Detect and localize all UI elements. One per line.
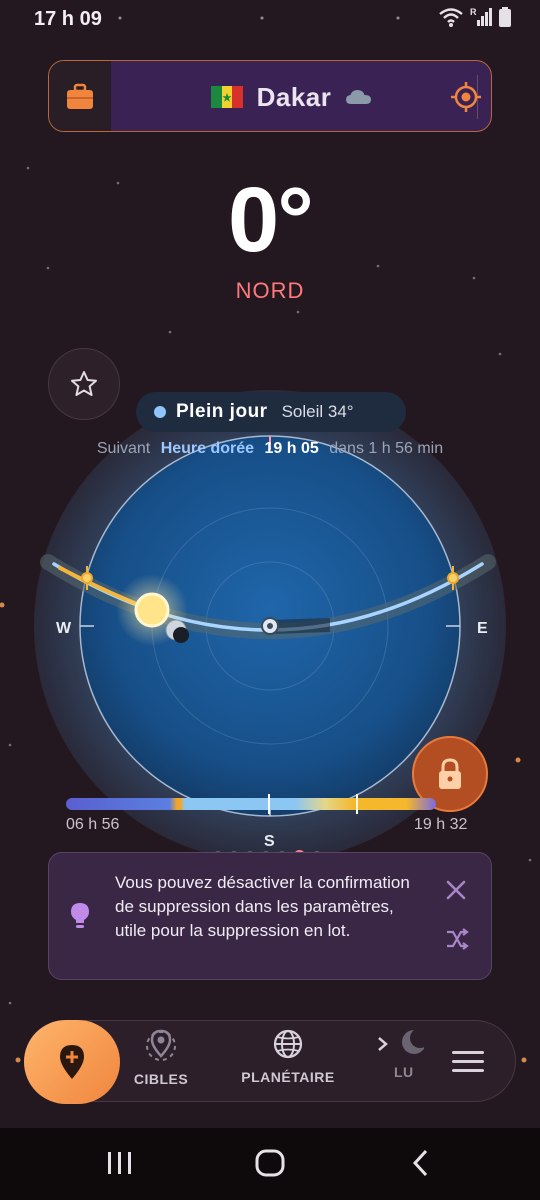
heading-degrees: 0° bbox=[228, 169, 314, 271]
lightbulb-icon bbox=[69, 901, 91, 936]
next-phase-time: 19 h 05 bbox=[264, 440, 319, 457]
sun-phase-pill[interactable]: Plein jour Soleil 34° bbox=[136, 392, 406, 432]
senegal-flag-icon bbox=[210, 86, 243, 108]
nav-label-moon: LU bbox=[394, 1064, 414, 1080]
sun-altitude: Soleil 34° bbox=[281, 402, 354, 421]
wifi-icon bbox=[439, 8, 463, 27]
status-time: 17 h 09 bbox=[34, 8, 102, 30]
timeline-noon-tick bbox=[268, 794, 270, 814]
lock-icon bbox=[439, 758, 461, 789]
battery-icon bbox=[499, 7, 511, 27]
crosshair-icon bbox=[451, 82, 481, 112]
svg-text:R: R bbox=[470, 7, 477, 17]
location-selector[interactable]: Dakar bbox=[111, 61, 473, 131]
next-phase-countdown: dans 1 h 56 min bbox=[329, 440, 444, 457]
status-bar: 17 h 09 R bbox=[0, 0, 540, 40]
location-city: Dakar bbox=[256, 81, 332, 112]
moon-shadow bbox=[173, 627, 189, 643]
compass-east-label: E bbox=[477, 620, 488, 637]
sunrise-time: 06 h 56 bbox=[66, 816, 120, 833]
timeline-now-tick bbox=[356, 794, 358, 814]
shuffle-icon bbox=[447, 928, 469, 950]
globe-icon bbox=[273, 1029, 303, 1059]
nav-item-planetary[interactable]: PLANÉTAIRE bbox=[232, 1028, 344, 1098]
back-icon[interactable] bbox=[408, 1148, 434, 1178]
target-pin-icon bbox=[146, 1029, 176, 1061]
nav-label-targets: CIBLES bbox=[133, 1071, 189, 1087]
nav-item-targets[interactable]: CIBLES bbox=[126, 1028, 196, 1098]
locate-me-button[interactable] bbox=[439, 61, 491, 131]
next-phase-row: Suivant Heure dorée 19 h 05 dans 1 h 56 … bbox=[0, 440, 540, 458]
recent-apps-icon[interactable] bbox=[106, 1148, 134, 1178]
menu-button[interactable] bbox=[428, 1028, 508, 1096]
tip-close-button[interactable] bbox=[445, 879, 467, 906]
moon-icon bbox=[402, 1028, 425, 1054]
signal-icon: R bbox=[470, 7, 492, 26]
next-phase: Heure dorée bbox=[160, 440, 255, 457]
chevron-right-icon bbox=[377, 1037, 388, 1051]
add-pin-icon bbox=[60, 1045, 84, 1079]
sun-marker[interactable] bbox=[134, 592, 170, 628]
tip-shuffle-button[interactable] bbox=[445, 927, 469, 956]
compass-center-dot bbox=[267, 623, 273, 629]
day-timeline-bar[interactable] bbox=[66, 798, 436, 810]
heading-direction: NORD bbox=[235, 278, 305, 303]
next-prefix: Suivant bbox=[96, 440, 151, 457]
sun-phase-label: Plein jour bbox=[176, 401, 268, 422]
add-location-button[interactable] bbox=[24, 1020, 120, 1104]
briefcase-icon bbox=[67, 83, 93, 109]
tip-text: Vous pouvez désactiver la confirmation d… bbox=[115, 873, 410, 940]
status-icons: R bbox=[438, 6, 512, 28]
location-bar: Dakar bbox=[48, 60, 492, 132]
phase-dot bbox=[154, 406, 166, 418]
tip-card: Vous pouvez désactiver la confirmation d… bbox=[48, 852, 492, 980]
home-icon[interactable] bbox=[254, 1148, 286, 1178]
nav-label-planetary: PLANÉTAIRE bbox=[241, 1069, 335, 1085]
cloud-icon bbox=[346, 90, 372, 104]
briefcase-button[interactable] bbox=[49, 61, 111, 131]
nav-item-moon[interactable]: LU bbox=[374, 1028, 426, 1098]
close-icon bbox=[446, 880, 466, 900]
compass-west-label: W bbox=[56, 620, 72, 637]
system-navigation-bar bbox=[0, 1128, 540, 1200]
hamburger-menu-icon bbox=[452, 1051, 484, 1072]
star-icon bbox=[71, 371, 97, 396]
favorite-button[interactable] bbox=[48, 348, 120, 420]
compass-south-label: S bbox=[264, 833, 275, 850]
sunset-time: 19 h 32 bbox=[414, 816, 468, 833]
